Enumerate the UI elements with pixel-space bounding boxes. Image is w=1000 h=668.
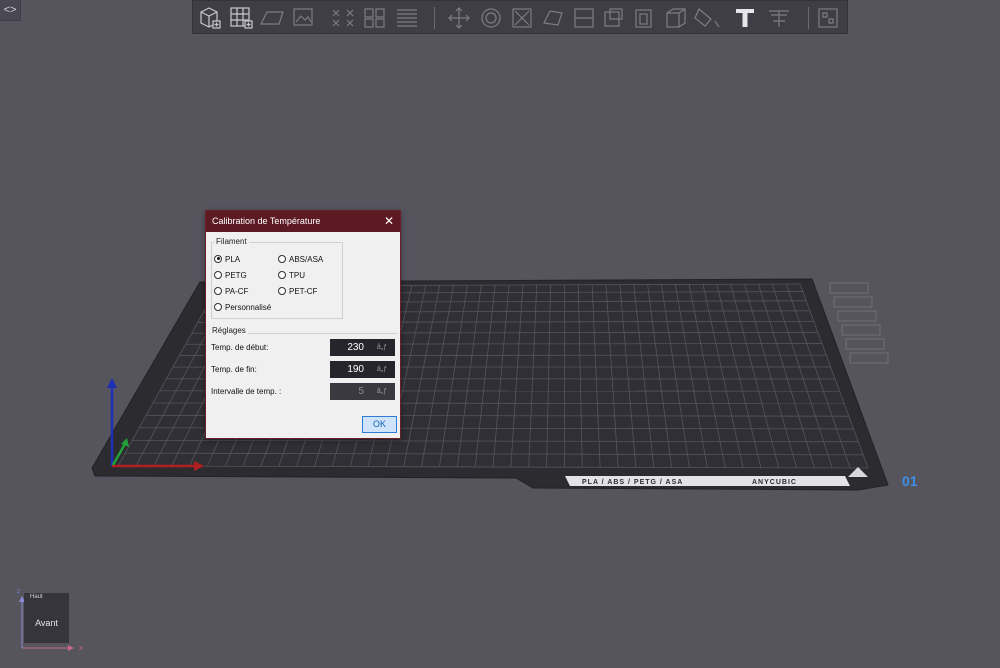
unit-label: â„ƒ (376, 344, 387, 351)
unit-label: â„ƒ (376, 366, 387, 373)
filament-group-label: Filament (214, 237, 249, 246)
ok-button[interactable]: OK (362, 416, 397, 433)
dialog-title-bar: Calibration de Température ✕ (206, 211, 400, 232)
build-plate[interactable]: PLA / ABS / PETG / ASA ANYCUBIC 01 (0, 0, 1000, 668)
temperature-calibration-dialog: Calibration de Température ✕ Filament PL… (205, 210, 401, 439)
bed-brand-label: ANYCUBIC (752, 479, 797, 486)
axis-x-label: x (79, 645, 83, 652)
radio-pet-cf[interactable]: PET-CF (278, 286, 317, 298)
axis-z-label: z (17, 589, 20, 595)
start-temp-label: Temp. de début: (211, 343, 269, 352)
temp-step-label: Intervalle de temp. : (211, 387, 282, 396)
radio-personnalise[interactable]: Personnalisé (214, 302, 271, 314)
radio-unchecked-icon (278, 286, 286, 295)
radio-abs-asa[interactable]: ABS/ASA (278, 254, 323, 266)
radio-tpu[interactable]: TPU (278, 270, 305, 282)
radio-petg[interactable]: PETG (214, 270, 247, 282)
close-icon[interactable]: ✕ (384, 211, 394, 231)
radio-pla[interactable]: PLA (214, 254, 240, 266)
radio-unchecked-icon (214, 302, 222, 311)
radio-unchecked-icon (278, 254, 286, 263)
radio-unchecked-icon (214, 270, 222, 279)
view-cube-top-face[interactable]: Haut (30, 594, 43, 600)
end-temp-label: Temp. de fin: (211, 365, 257, 374)
start-temp-input[interactable]: 230 â„ƒ (330, 339, 395, 356)
unit-label: â„ƒ (376, 388, 387, 395)
radio-unchecked-icon (278, 270, 286, 279)
view-cube[interactable]: Avant (24, 593, 69, 643)
temp-step-input[interactable]: 5 â„ƒ (330, 383, 395, 400)
radio-unchecked-icon (214, 286, 222, 295)
settings-group-label: Réglages (210, 326, 248, 335)
bed-material-label: PLA / ABS / PETG / ASA (582, 479, 683, 486)
radio-pa-cf[interactable]: PA-CF (214, 286, 248, 298)
end-temp-input[interactable]: 190 â„ƒ (330, 361, 395, 378)
dialog-title: Calibration de Température (212, 216, 321, 226)
radio-checked-icon (214, 254, 222, 263)
bed-number-label: 01 (902, 473, 918, 489)
